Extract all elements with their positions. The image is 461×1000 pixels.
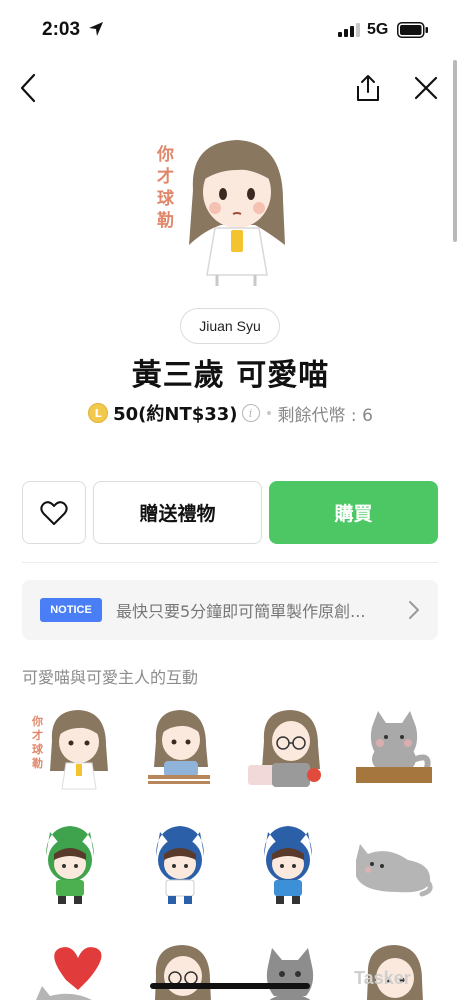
- sticker-item[interactable]: [242, 705, 332, 795]
- share-icon: [357, 75, 379, 101]
- buy-label: 購買: [334, 503, 373, 525]
- back-button[interactable]: [10, 70, 46, 106]
- sticker-item[interactable]: [134, 705, 224, 795]
- line-coin-icon: L: [88, 403, 109, 423]
- send-gift-label: 贈送禮物: [139, 503, 216, 525]
- svg-text:你: 你: [31, 714, 43, 728]
- top-nav: [0, 62, 461, 116]
- author-link[interactable]: Jiuan Syu: [180, 308, 280, 344]
- main-sticker-image: 你 才 球 勒: [156, 140, 285, 286]
- sticker-item[interactable]: [348, 820, 438, 910]
- price-row: L 50(約NT$33) i 剩餘代幣 : 6: [0, 400, 461, 426]
- chevron-right-icon: [409, 601, 419, 619]
- sticker-item[interactable]: [26, 820, 116, 910]
- notice-banner[interactable]: NOTICE 最快只要5分鐘即可簡單製作原創...: [22, 580, 438, 640]
- info-icon[interactable]: i: [241, 404, 260, 422]
- battery-icon: [397, 22, 428, 38]
- buy-button[interactable]: 購買: [269, 481, 438, 544]
- scroll-indicator[interactable]: [453, 60, 457, 242]
- notice-badge: NOTICE: [40, 598, 102, 622]
- sticker-item[interactable]: 你 才 球 勒: [26, 705, 116, 795]
- divider: [22, 562, 438, 563]
- home-indicator[interactable]: [150, 983, 310, 989]
- svg-text:勒: 勒: [32, 756, 43, 770]
- network-label: 5G: [367, 21, 389, 38]
- signal-icon: [338, 23, 360, 37]
- sticker-description: 可愛喵與可愛主人的互動: [22, 668, 199, 687]
- send-gift-button[interactable]: 贈送禮物: [93, 481, 262, 544]
- separator-dot: [266, 411, 271, 415]
- svg-text:才: 才: [32, 728, 43, 742]
- svg-text:勒: 勒: [157, 210, 174, 231]
- heart-icon: [40, 500, 68, 525]
- sticker-item[interactable]: [134, 820, 224, 910]
- svg-text:你: 你: [156, 144, 174, 165]
- notice-text: 最快只要5分鐘即可簡單製作原創...: [116, 602, 366, 621]
- sticker-item[interactable]: [348, 705, 438, 795]
- sticker-item[interactable]: [242, 940, 332, 1000]
- watermark: Tasker: [354, 968, 411, 988]
- sticker-title: 黃三歲 可愛喵: [131, 358, 330, 393]
- svg-text:球: 球: [157, 189, 175, 209]
- location-arrow-icon: [89, 22, 103, 36]
- price-amount: 50(約NT$33): [113, 404, 238, 425]
- favorite-button[interactable]: [22, 481, 86, 544]
- sticker-item[interactable]: [242, 820, 332, 910]
- close-button[interactable]: [408, 70, 444, 106]
- remaining-coins: 剩餘代幣 : 6: [277, 405, 373, 426]
- author-name: Jiuan Syu: [199, 318, 261, 334]
- svg-text:球: 球: [32, 742, 44, 756]
- share-button[interactable]: [350, 70, 386, 106]
- svg-text:才: 才: [157, 166, 174, 187]
- status-time: 2:03: [42, 19, 81, 40]
- close-icon: [414, 76, 438, 100]
- chevron-left-icon: [20, 73, 36, 103]
- sticker-item[interactable]: [26, 940, 116, 1000]
- action-buttons: 贈送禮物 購買: [22, 481, 438, 544]
- sticker-item[interactable]: [134, 940, 224, 1000]
- status-bar: 2:03 5G: [0, 0, 461, 60]
